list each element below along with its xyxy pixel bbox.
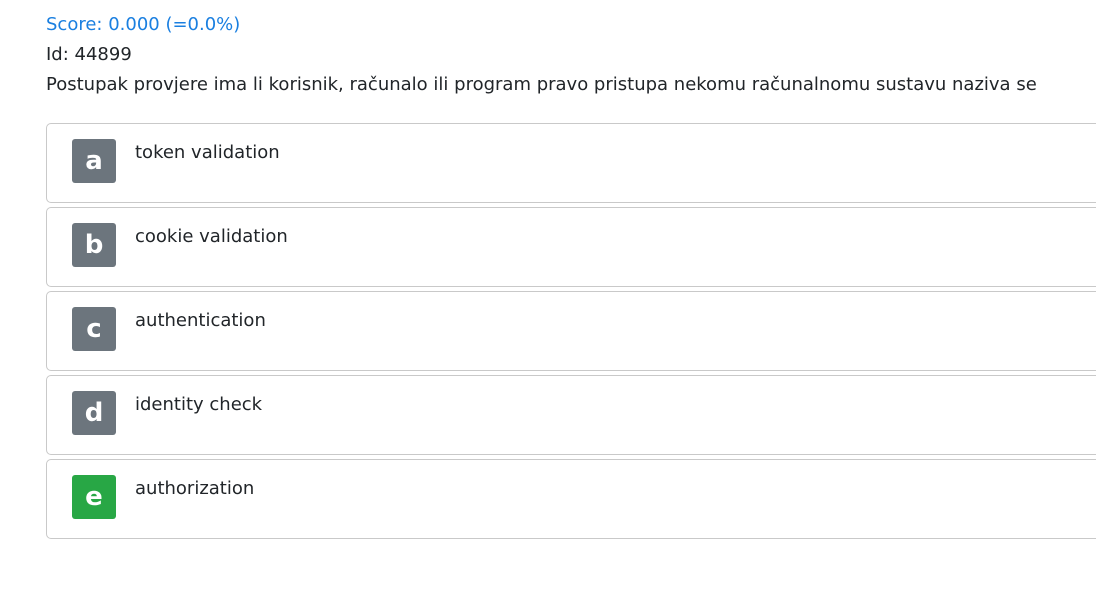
question-text: Postupak provjere ima li korisnik, račun… [46,74,1037,95]
answer-letter-badge: a [72,139,116,183]
answer-option-e[interactable]: e authorization [46,459,1096,539]
score-text: Score: 0.000 (=0.0%) [46,14,241,35]
answer-letter-badge: c [72,307,116,351]
answer-list: a token validation b cookie validation c… [46,123,1096,543]
quiz-page: Score: 0.000 (=0.0%) Id: 44899 Postupak … [0,0,1096,598]
answer-option-d[interactable]: d identity check [46,375,1096,455]
answer-text: authentication [135,310,266,331]
answer-letter-badge: d [72,391,116,435]
answer-text: authorization [135,478,255,499]
answer-text: cookie validation [135,226,288,247]
question-id: Id: 44899 [46,44,132,65]
answer-text: token validation [135,142,280,163]
answer-option-b[interactable]: b cookie validation [46,207,1096,287]
answer-letter-badge: b [72,223,116,267]
answer-option-a[interactable]: a token validation [46,123,1096,203]
answer-letter-badge-correct: e [72,475,116,519]
answer-text: identity check [135,394,263,415]
answer-option-c[interactable]: c authentication [46,291,1096,371]
